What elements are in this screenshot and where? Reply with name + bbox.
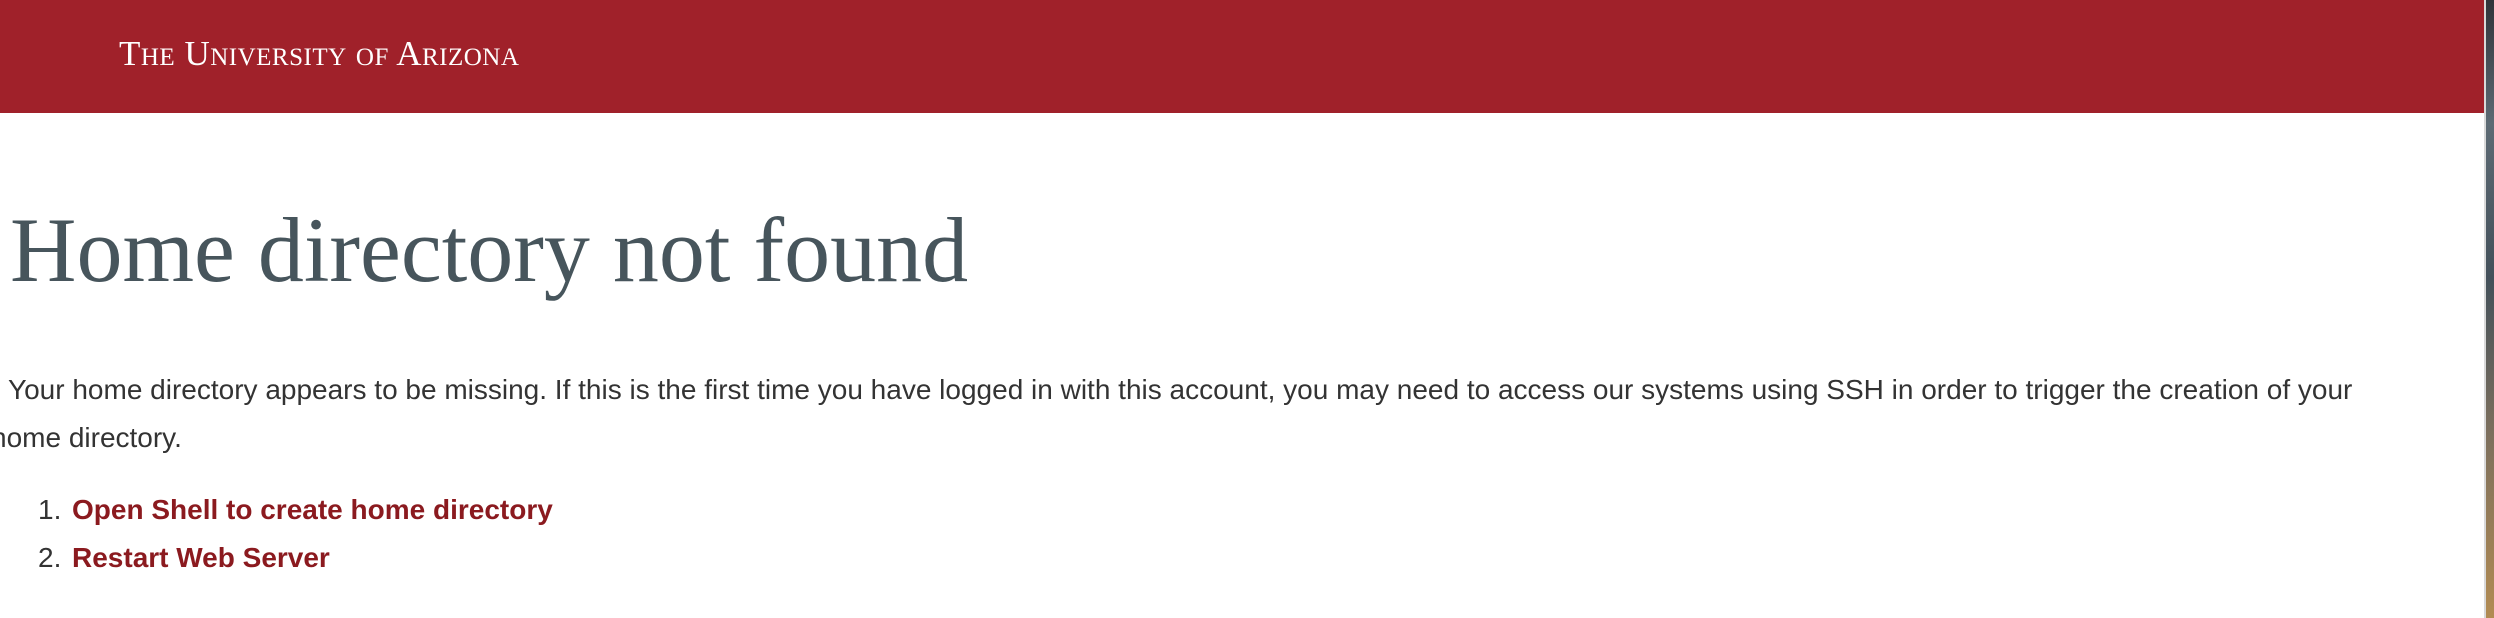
action-list: 1. Open Shell to create home directory 2.… [38,486,553,582]
action-number: 1. [38,494,62,525]
university-logo[interactable]: The University of Arizona [119,36,519,71]
page-title: Home directory not found [10,199,969,301]
brand-text: The University of Arizona [119,34,520,73]
open-shell-link[interactable]: Open Shell to create home directory [72,494,553,525]
restart-web-server-link[interactable]: Restart Web Server [72,542,330,573]
action-item-restart-server: 2. Restart Web Server [38,534,553,582]
adjacent-window-strip [2486,0,2494,618]
action-item-open-shell: 1. Open Shell to create home directory [38,486,553,534]
message-line-1: Your home directory appears to be missin… [8,374,2353,405]
action-number: 2. [38,542,62,573]
missing-home-message: Your home directory appears to be missin… [0,366,2450,462]
message-line-2: home directory. [0,422,182,453]
top-banner: The University of Arizona [0,0,2486,113]
